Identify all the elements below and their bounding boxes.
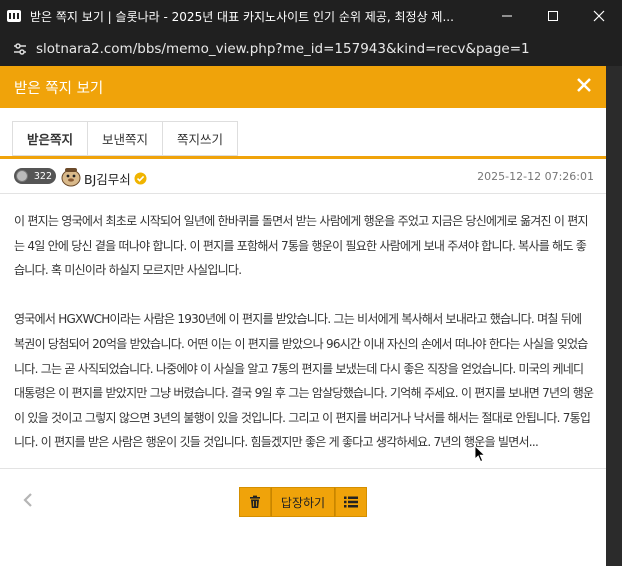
site-info-icon[interactable] — [10, 39, 30, 59]
close-icon — [593, 10, 605, 22]
footer-divider — [0, 468, 606, 469]
reply-button[interactable]: 답장하기 — [271, 487, 335, 517]
message-paragraph: 이 편지는 영국에서 최초로 시작되어 일년에 한바퀴를 돌면서 받는 사람에게… — [14, 214, 589, 278]
scrollbar[interactable] — [606, 66, 622, 566]
trash-icon — [250, 495, 260, 508]
verified-badge-icon — [134, 170, 147, 185]
list-icon — [344, 496, 358, 508]
message-date: 2025-12-12 07:26:01 — [477, 170, 594, 183]
address-bar: slotnara2.com/bbs/memo_view.php?me_id=15… — [0, 32, 622, 66]
action-buttons: 답장하기 — [239, 487, 367, 517]
minimize-icon — [502, 15, 512, 17]
level-number: 322 — [33, 170, 52, 182]
message-paragraph: 영국에서 HGXWCH이라는 사람은 1930년에 이 편지를 받았습니다. 그… — [14, 312, 594, 450]
minimize-button[interactable] — [484, 0, 530, 32]
window-controls — [484, 0, 622, 32]
app-icon — [6, 8, 22, 24]
chevron-left-icon[interactable] — [20, 491, 36, 509]
window-titlebar: 받은 쪽지 보기 | 슬롯나라 - 2025년 대표 카지노사이트 인기 순위 … — [0, 0, 622, 32]
avatar — [60, 165, 82, 187]
maximize-icon — [548, 11, 558, 21]
level-badge: 322 — [14, 168, 56, 184]
memo-view-page: 받은 쪽지 보기 받은쪽지 보낸쪽지 쪽지쓰기 322 BJ김무쇠 2025-1… — [0, 66, 606, 566]
list-button[interactable] — [335, 487, 367, 517]
message-body: 이 편지는 영국에서 최초로 시작되어 일년에 한바퀴를 돌면서 받는 사람에게… — [14, 209, 594, 455]
url-text[interactable]: slotnara2.com/bbs/memo_view.php?me_id=15… — [36, 41, 530, 57]
close-icon[interactable] — [574, 75, 594, 95]
memo-tabs: 받은쪽지 보낸쪽지 쪽지쓰기 — [12, 121, 239, 156]
sender-name[interactable]: BJ김무쇠 — [84, 169, 131, 188]
maximize-button[interactable] — [530, 0, 576, 32]
tab-write[interactable]: 쪽지쓰기 — [163, 121, 239, 156]
tab-sent[interactable]: 보낸쪽지 — [88, 121, 164, 156]
modal-title: 받은 쪽지 보기 — [14, 81, 104, 97]
level-gem-icon — [16, 170, 28, 182]
modal-header: 받은 쪽지 보기 — [0, 66, 606, 108]
tab-received[interactable]: 받은쪽지 — [12, 121, 89, 156]
mouse-cursor-icon — [474, 444, 486, 463]
sender-row: 322 BJ김무쇠 2025-12-12 07:26:01 — [0, 159, 606, 194]
window-title: 받은 쪽지 보기 | 슬롯나라 - 2025년 대표 카지노사이트 인기 순위 … — [30, 9, 454, 24]
close-window-button[interactable] — [576, 0, 622, 32]
delete-button[interactable] — [239, 487, 271, 517]
